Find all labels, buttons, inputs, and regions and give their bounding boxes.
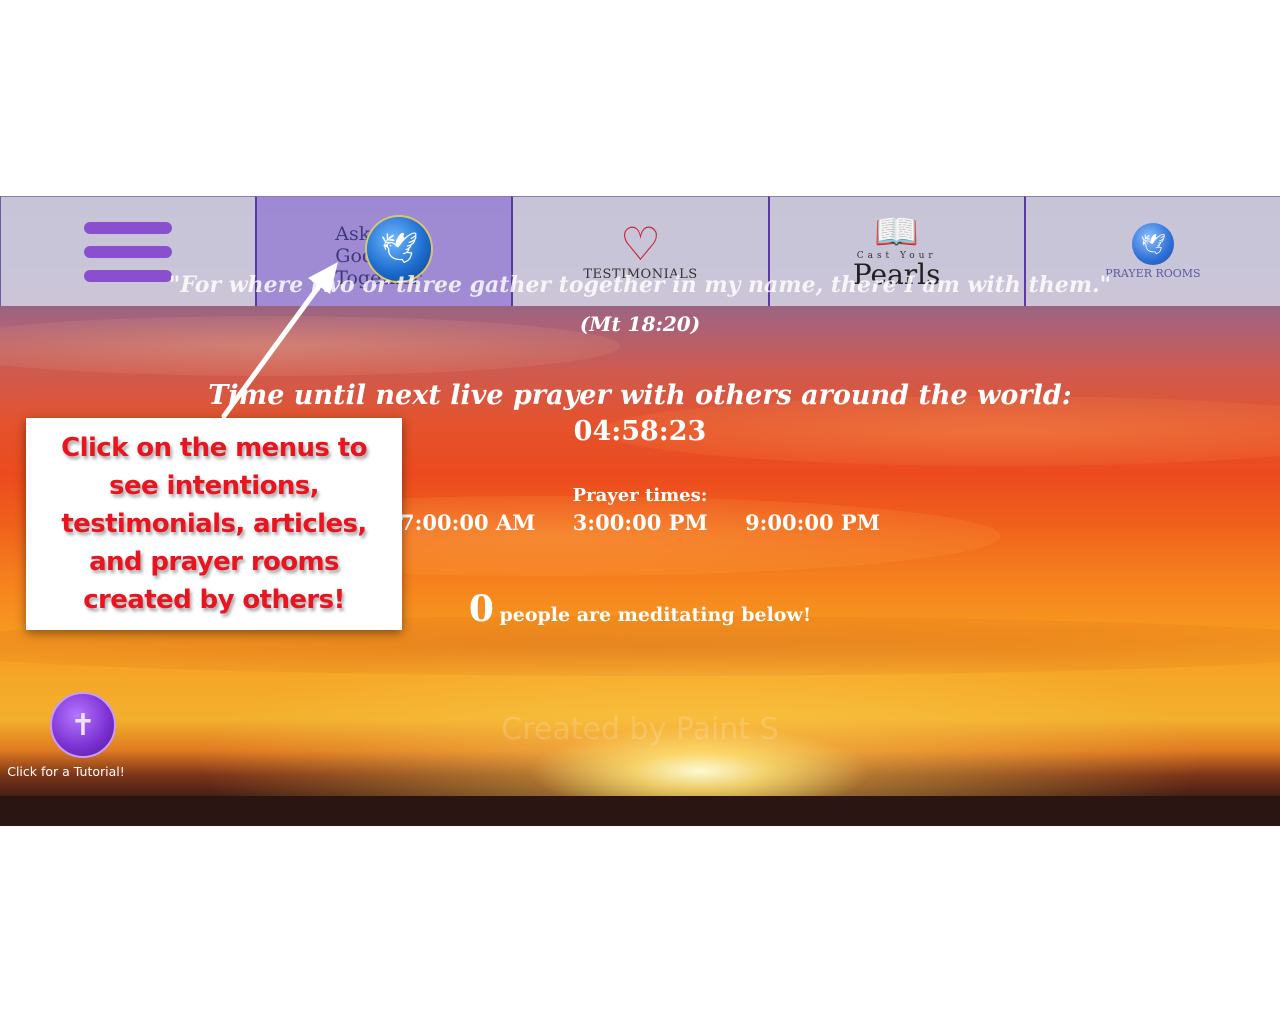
dove-globe-icon: 🕊 [367, 216, 432, 281]
prayer-time: 9:00:00 PM [745, 510, 880, 535]
tutorial-callout: Click on the menus to see intentions, te… [26, 418, 402, 630]
tutorial-label[interactable]: Click for a Tutorial! [7, 764, 125, 779]
prayer-times-list: 7:00:00 AM 3:00:00 PM 9:00:00 PM [400, 510, 880, 535]
meditating-count: 0 [468, 588, 494, 630]
book-icon: 📖 [874, 211, 920, 253]
prayer-time: 3:00:00 PM [572, 510, 708, 535]
bible-verse: "For where two or three gather together … [168, 272, 1112, 298]
countdown-label: Time until next live prayer with others … [208, 380, 1072, 411]
horizon [0, 796, 1280, 826]
callout-text: Click on the menus to see intentions, te… [61, 433, 367, 615]
prayer-time: 7:00:00 AM [400, 510, 536, 535]
tutorial-button[interactable]: ✝ Click for a Tutorial! [7, 692, 148, 779]
meditating-text: people are meditating below! [499, 604, 812, 626]
tutorial-cross-icon[interactable]: ✝ [50, 692, 116, 758]
watermark: Created by Paint S [501, 712, 779, 747]
globe-dove-icon: 🕊 [1131, 223, 1174, 265]
heart-cross-icon: ♡ [619, 217, 662, 271]
verse-reference: (Mt 18:20) [579, 312, 701, 336]
